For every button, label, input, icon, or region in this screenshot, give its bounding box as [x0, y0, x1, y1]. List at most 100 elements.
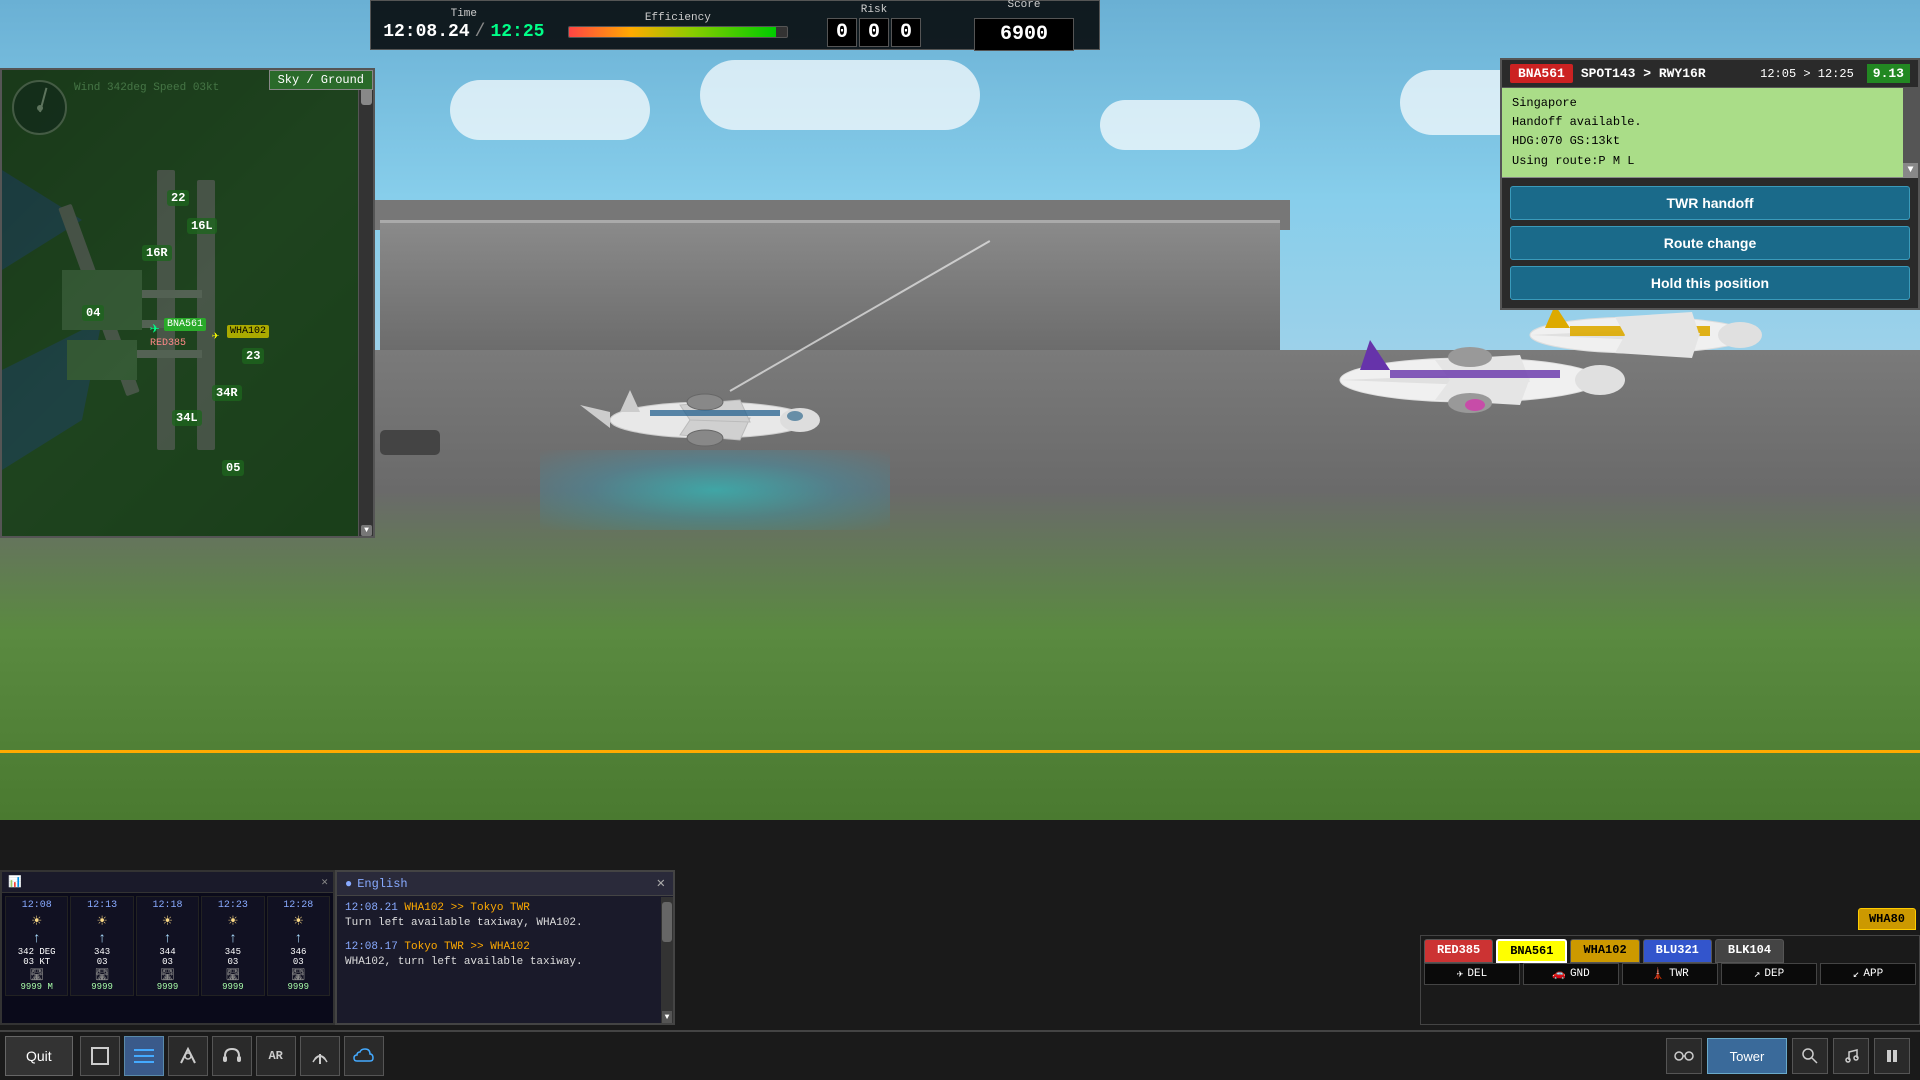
- comm-entry-1: 12:08.21 WHA102 >> Tokyo TWR Turn left a…: [345, 901, 665, 932]
- comm-header: ● English ✕: [337, 872, 673, 896]
- cloud: [450, 80, 650, 140]
- wc-wind-1: ↑: [74, 931, 129, 947]
- status-twr[interactable]: 🗼 TWR: [1622, 963, 1718, 985]
- map-aircraft-bna561-icon[interactable]: ✈: [150, 318, 160, 338]
- aircraft-score: 9.13: [1867, 64, 1910, 83]
- search-button[interactable]: [1792, 1038, 1828, 1074]
- risk-digits: 0 0 0: [827, 18, 921, 47]
- map-panel[interactable]: Sky / Ground Wind 342deg Speed 03kt: [0, 68, 375, 538]
- comm-content: 12:08.21 WHA102 >> Tokyo TWR Turn left a…: [337, 896, 673, 1017]
- wc-road-3: 🛣: [205, 967, 260, 982]
- comm-scroll-down[interactable]: ▼: [662, 1011, 672, 1023]
- weather-close-button[interactable]: ✕: [321, 875, 328, 889]
- toolbar-btn-square[interactable]: [80, 1036, 120, 1076]
- twr-handoff-button[interactable]: TWR handoff: [1510, 186, 1910, 220]
- tower-view-button[interactable]: Tower: [1707, 1038, 1787, 1074]
- wc-deg-1: 343: [74, 947, 129, 957]
- wc-vis-2: 9999: [140, 982, 195, 992]
- wc-wind-2: ↑: [140, 931, 195, 947]
- risk-section: Risk 0 0 0: [814, 4, 934, 47]
- runway-label-22: 22: [167, 190, 189, 206]
- runway-label-05: 05: [222, 460, 244, 476]
- map-content: Wind 342deg Speed 03kt 22 16L 16R: [2, 70, 373, 536]
- wc-wind-3: ↑: [205, 931, 260, 947]
- map-aircraft-bna561-label[interactable]: BNA561: [164, 318, 206, 331]
- hold-position-button[interactable]: Hold this position: [1510, 266, 1910, 300]
- gnd-label: GND: [1570, 968, 1590, 980]
- toolbar-btn-antenna[interactable]: [300, 1036, 340, 1076]
- tab-bna561[interactable]: BNA561: [1496, 939, 1567, 963]
- ground-vehicle: [380, 430, 440, 455]
- aircraft-panel-scroll[interactable]: ▼: [1903, 88, 1918, 178]
- tab-red385[interactable]: RED385: [1424, 939, 1493, 963]
- tab-blu321[interactable]: BLU321: [1643, 939, 1712, 963]
- del-plane-icon: ✈: [1457, 967, 1464, 981]
- del-label: DEL: [1467, 968, 1487, 980]
- runway-label-16L: 16L: [187, 218, 217, 234]
- toolbar-btn-cloud[interactable]: [344, 1036, 384, 1076]
- risk-digit-2: 0: [859, 18, 889, 47]
- efficiency-label: Efficiency: [645, 12, 711, 24]
- tab-wha80[interactable]: WHA80: [1858, 908, 1916, 930]
- twr-label: TWR: [1669, 968, 1689, 980]
- time-separator: /: [475, 22, 486, 42]
- time-section: Time 12:08.24 / 12:25: [386, 8, 542, 42]
- wc-time-4: 12:28: [271, 900, 326, 911]
- comm-scroll-thumb[interactable]: [662, 902, 672, 942]
- comm-sender-2: Tokyo TWR >> WHA102: [404, 941, 529, 953]
- aircraft-panel-scroll-down[interactable]: ▼: [1903, 163, 1918, 178]
- wc-road-1: 🛣: [74, 967, 129, 982]
- aircraft-info-panel: BNA561 SPOT143 > RWY16R 12:05 > 12:25 9.…: [1500, 58, 1920, 310]
- weather-panel-icon: 📊: [8, 875, 22, 889]
- map-scroll-down[interactable]: ▼: [361, 525, 372, 536]
- comm-close-button[interactable]: ✕: [657, 875, 665, 892]
- runway-label-34R: 34R: [212, 385, 242, 401]
- app-label: APP: [1863, 968, 1883, 980]
- wc-wind-0: ↑: [9, 931, 64, 947]
- wc-vis-0: 9999 M: [9, 982, 64, 992]
- toolbar-btn-lines[interactable]: [124, 1036, 164, 1076]
- hud-bar: Time 12:08.24 / 12:25 Efficiency Risk 0 …: [370, 0, 1100, 50]
- time-label: Time: [451, 8, 477, 20]
- app-icon: ↙: [1853, 967, 1860, 981]
- status-del[interactable]: ✈ DEL: [1424, 963, 1520, 985]
- comm-scrollbar[interactable]: ▼: [661, 897, 673, 1023]
- aircraft-time-range: 12:05 > 12:25: [1760, 67, 1854, 81]
- comm-text-2: WHA102, turn left available taxiway.: [345, 956, 583, 968]
- toolbar-btn-ar[interactable]: AR: [256, 1036, 296, 1076]
- map-aircraft-wha102-label[interactable]: WHA102: [227, 325, 269, 338]
- wc-wind-4: ↑: [271, 931, 326, 947]
- route-change-button[interactable]: Route change: [1510, 226, 1910, 260]
- terminal-building: [380, 220, 1280, 360]
- status-app[interactable]: ↙ APP: [1820, 963, 1916, 985]
- toolbar-btn-route[interactable]: [168, 1036, 208, 1076]
- wc-time-1: 12:13: [74, 900, 129, 911]
- runway-label-16R: 16R: [142, 245, 172, 261]
- map-view-toggle[interactable]: Sky / Ground: [269, 70, 373, 90]
- music-button[interactable]: [1833, 1038, 1869, 1074]
- dep-label: DEP: [1764, 968, 1784, 980]
- map-aircraft-wha102-icon[interactable]: ✈: [212, 328, 219, 343]
- weather-panel: 📊 ✕ 12:08 ☀ ↑ 342 DEG 03 KT 🛣 9999 M 12:…: [0, 870, 335, 1025]
- aircraft-tab-row: WHA80 RED385 BNA561 WHA102 BLU321 BLK104: [1421, 936, 1919, 963]
- status-dep[interactable]: ↗ DEP: [1721, 963, 1817, 985]
- wc-speed-0: 03 KT: [9, 957, 64, 967]
- pause-button[interactable]: [1874, 1038, 1910, 1074]
- tab-wha102[interactable]: WHA102: [1570, 939, 1639, 963]
- twr-icon: 🗼: [1651, 967, 1665, 981]
- heading-speed: HDG:070 GS:13kt: [1512, 132, 1908, 151]
- tab-blk104[interactable]: BLK104: [1715, 939, 1784, 963]
- binoculars-button[interactable]: [1666, 1038, 1702, 1074]
- toolbar-btn-headset[interactable]: [212, 1036, 252, 1076]
- map-scrollbar[interactable]: ▲ ▼: [358, 70, 373, 536]
- risk-digit-1: 0: [827, 18, 857, 47]
- quit-button[interactable]: Quit: [5, 1036, 73, 1076]
- aircraft-callsign[interactable]: BNA561: [1510, 64, 1573, 83]
- comm-panel: ● English ✕ 12:08.21 WHA102 >> Tokyo TWR…: [335, 870, 675, 1025]
- wc-speed-2: 03: [140, 957, 195, 967]
- dep-icon: ↗: [1754, 967, 1761, 981]
- status-gnd[interactable]: 🚗 GND: [1523, 963, 1619, 985]
- efficiency-bar: [569, 27, 776, 37]
- map-aircraft-red385-label[interactable]: RED385: [150, 338, 186, 349]
- comm-time-1: 12:08.21: [345, 902, 398, 914]
